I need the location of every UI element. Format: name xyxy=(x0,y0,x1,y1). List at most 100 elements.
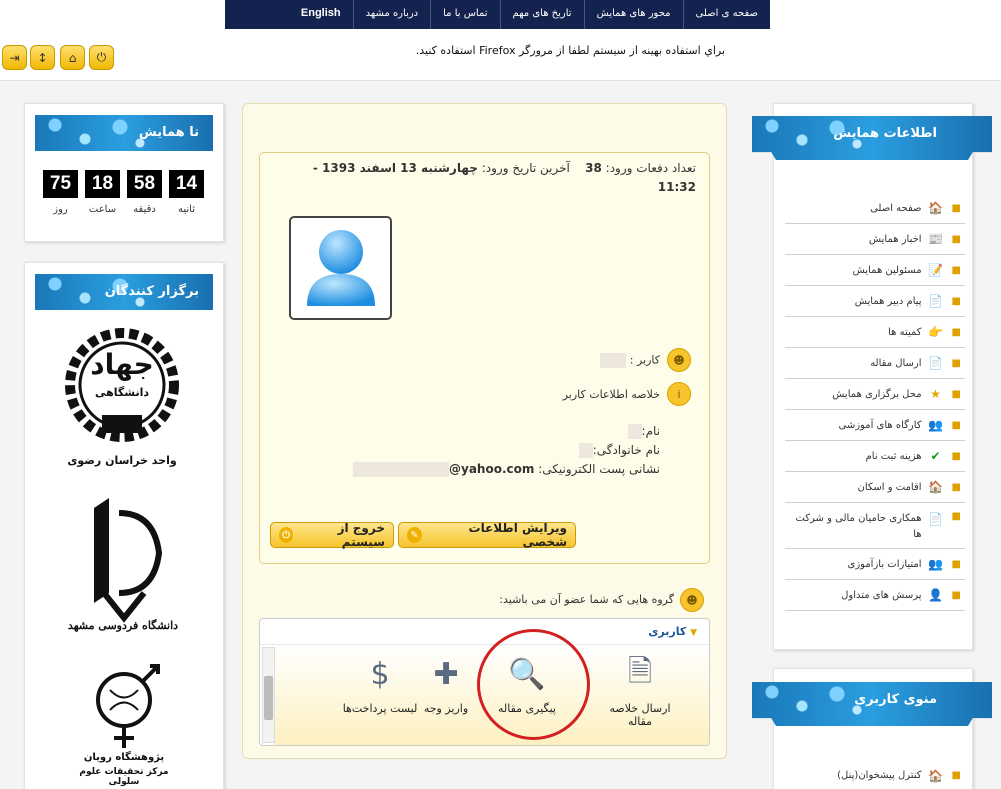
scrollbar[interactable] xyxy=(262,647,275,743)
menu-item-retraining-points[interactable]: ■ 👥 امتیازات بازآموزی xyxy=(785,549,965,580)
countdown-hours: 18 xyxy=(85,170,120,198)
email-redacted xyxy=(353,462,449,477)
top-navigation: صفحه ی اصلی محور های همایش تاریخ های مهم… xyxy=(0,0,1001,29)
power-icon: ⏻ xyxy=(279,527,294,543)
home-icon: 🏠 xyxy=(928,201,944,215)
check-icon: ✔ xyxy=(930,449,941,463)
info-menu-title: اطلاعات همایش xyxy=(752,116,992,160)
countdown-minutes-label: دقیقه xyxy=(133,204,156,215)
nav-bar: صفحه ی اصلی محور های همایش تاریخ های مهم… xyxy=(225,0,770,29)
bullet-icon: ■ xyxy=(951,233,961,245)
user-row: کاربر : xyxy=(520,353,660,368)
home-icon: 🏠 xyxy=(928,768,944,783)
nav-item-topics[interactable]: محور های همایش xyxy=(583,0,683,29)
bullet-icon: ■ xyxy=(951,481,961,493)
group-item-send-abstract[interactable]: 🗎 ارسال خلاصه مقاله xyxy=(600,650,680,729)
user-question-icon: 👤 xyxy=(928,588,944,602)
group-user-icon: ☻ xyxy=(680,588,704,612)
edit-icon: ✎ xyxy=(407,527,422,543)
jahad-logo: جهاد دانشگاهی واحد خراسان رضوی xyxy=(62,320,182,472)
hand-icon: 👉 xyxy=(928,325,944,339)
group-icon: 👥 xyxy=(928,557,944,571)
jahad-logo-main: جهاد xyxy=(90,348,154,381)
edit-icon: 📝 xyxy=(928,263,944,277)
bullet-icon: ■ xyxy=(951,264,961,276)
message-icon: 📄 xyxy=(928,294,944,308)
menu-item-home[interactable]: ■ 🏠 صفحه اصلی xyxy=(785,193,965,224)
bullet-icon: ■ xyxy=(951,419,961,431)
edit-profile-button[interactable]: ویرایش اطلاعات شخصی ✎ xyxy=(398,521,576,549)
pen-nib-icon xyxy=(94,498,163,623)
send-icon: 📄 xyxy=(928,356,944,370)
bullet-icon: ■ xyxy=(951,357,961,369)
bullet-icon: ■ xyxy=(951,770,961,781)
home-icon[interactable]: ⌂ xyxy=(60,45,85,70)
menu-item-registration-fee[interactable]: ■ ✔ هزینه ثبت نام xyxy=(785,441,965,472)
nav-item-english[interactable]: English xyxy=(289,0,353,29)
exit-icon[interactable]: ⇥ xyxy=(2,45,27,70)
summary-label: خلاصه اطلاعات کاربر xyxy=(562,388,660,401)
jahad-gear-icon xyxy=(65,328,179,442)
username-redacted xyxy=(600,353,627,368)
organizers-title: برگزار کنندگان xyxy=(35,274,213,310)
menu-item-secretary-message[interactable]: ■ 📄 پیام دبیر همایش xyxy=(785,286,965,317)
nav-item-about-mashhad[interactable]: درباره مشهد xyxy=(352,0,431,29)
last-name-row: نام خانوادگی: xyxy=(300,441,660,460)
nav-item-home[interactable]: صفحه ی اصلی xyxy=(682,0,770,29)
email-row: نشانی پست الکترونیکی: @yahoo.com xyxy=(300,460,660,479)
first-name-row: نام: xyxy=(300,422,660,441)
user-icon: ☻ xyxy=(667,348,691,372)
countdown-title: تا همایش xyxy=(35,115,213,151)
bullet-icon: ■ xyxy=(951,202,961,214)
menu-item-sponsors[interactable]: ■ 📄 همکاری حامیان مالی و شرکت ها xyxy=(785,503,965,549)
bullet-icon: ■ xyxy=(951,450,961,462)
royan-symbol-icon xyxy=(96,664,160,748)
nav-item-contact[interactable]: تماس با ما xyxy=(430,0,499,29)
logout-button[interactable]: خروج از سیستم ⏻ xyxy=(270,521,394,549)
bullet-icon: ■ xyxy=(951,589,961,601)
menu-item-committees[interactable]: ■ 👉 کمیته ها xyxy=(785,317,965,348)
countdown-minutes: 58 xyxy=(127,170,162,198)
deposit-icon: ✚ xyxy=(433,656,459,692)
avatar xyxy=(289,216,392,320)
menu-item-send-article[interactable]: ■ 📄 ارسال مقاله xyxy=(785,348,965,379)
countdown-hours-label: ساعت xyxy=(88,204,117,215)
payment-list-icon: $ xyxy=(370,656,390,692)
bullet-icon: ■ xyxy=(951,388,961,400)
first-name-redacted xyxy=(627,424,642,439)
group-item-payment-list[interactable]: $ لیست پرداخت‌ها xyxy=(340,650,420,716)
menu-item-officials[interactable]: ■ 📝 مسئولین همایش xyxy=(785,255,965,286)
info-icon: i xyxy=(667,382,691,406)
menu-item-control-panel[interactable]: ■ 🏠 کنترل پیشخوان(پنل) xyxy=(785,760,965,789)
bullet-icon: ■ xyxy=(951,511,961,522)
royan-logo-caption: مرکز تحقیقات علوم سلولی xyxy=(79,767,169,787)
user-menu-title: منوی کاربری xyxy=(752,682,992,726)
countdown-seconds-label: ثانیه xyxy=(178,204,195,215)
menu-item-faq[interactable]: ■ 👤 پرسش های متداول xyxy=(785,580,965,611)
nav-item-dates[interactable]: تاریخ های مهم xyxy=(499,0,584,29)
groups-label: گروه هایی که شما عضو آن می باشید: xyxy=(499,593,674,606)
up-down-icon[interactable]: ↕ xyxy=(30,45,55,70)
countdown-days: 75 xyxy=(43,170,78,198)
star-icon: ★ xyxy=(930,387,941,401)
bullet-icon: ■ xyxy=(951,326,961,338)
send-abstract-icon: 🗎 xyxy=(627,653,653,689)
login-info: تعداد دفعات ورود: 38 آخرین تاریخ ورود: چ… xyxy=(312,161,696,194)
power-icon[interactable]: ⏻ xyxy=(89,45,114,70)
scrollbar-thumb[interactable] xyxy=(264,676,273,720)
menu-item-accommodation[interactable]: ■ 🏠 اقامت و اسکان xyxy=(785,472,965,503)
browser-note: براي استفاده بهينه از سيستم لطفا از مرور… xyxy=(415,44,725,57)
ferdowsi-logo-text: دانشگاه فردوسی مشهد xyxy=(67,619,179,632)
menu-item-venue[interactable]: ■ ★ محل برگزاری همایش xyxy=(785,379,965,410)
royan-logo-title: پژوهشگاه رویان xyxy=(83,752,165,763)
jahad-logo-sub: دانشگاهی xyxy=(94,386,150,399)
news-icon: 📰 xyxy=(928,232,944,246)
highlight-circle xyxy=(477,629,590,740)
bullet-icon: ■ xyxy=(951,558,961,570)
tab-user[interactable]: ▼ کاربری xyxy=(260,619,709,645)
group-icon: 👥 xyxy=(928,418,944,432)
user-details: نام: نام خانوادگی: نشانی پست الکترونیکی:… xyxy=(300,422,660,479)
countdown-days-label: روز xyxy=(53,204,68,215)
menu-item-workshops[interactable]: ■ 👥 کارگاه های آموزشی xyxy=(785,410,965,441)
menu-item-news[interactable]: ■ 📰 اخبار همایش xyxy=(785,224,965,255)
